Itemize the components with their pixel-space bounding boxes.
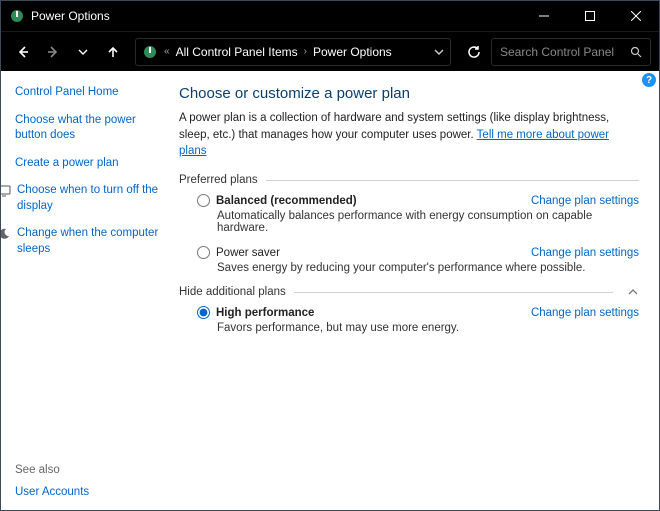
refresh-button[interactable] [459,38,489,66]
breadcrumb-item[interactable]: Power Options [313,45,392,59]
main-panel: ? Choose or customize a power plan A pow… [171,71,659,510]
search-icon [630,46,642,58]
preferred-plans-section: Preferred plans [179,174,639,186]
change-settings-saver[interactable]: Change plan settings [531,247,639,259]
sidebar-home-link[interactable]: Control Panel Home [15,85,163,101]
page-heading: Choose or customize a power plan [179,85,639,102]
content-area: Control Panel Home Choose what the power… [1,71,659,510]
forward-button[interactable] [39,38,67,66]
chevron-icon: « [164,46,170,57]
sidebar: Control Panel Home Choose what the power… [1,71,171,510]
sidebar-link-power-button[interactable]: Choose what the power button does [15,113,163,144]
recent-dropdown-button[interactable] [69,38,97,66]
sleep-icon [1,227,11,241]
plan-high-performance: High performance Change plan settings Fa… [197,306,639,334]
back-button[interactable] [9,38,37,66]
plan-desc-balanced: Automatically balances performance with … [217,210,639,234]
control-panel-icon [142,44,158,60]
breadcrumb-item[interactable]: All Control Panel Items [176,45,298,59]
related-link-user-accounts[interactable]: User Accounts [15,486,163,498]
plan-radio-high[interactable] [197,306,210,319]
search-input[interactable]: Search Control Panel [491,38,651,66]
plan-radio-saver[interactable] [197,246,210,259]
sidebar-link-create-plan[interactable]: Create a power plan [15,156,163,172]
plan-balanced: Balanced (recommended) Change plan setti… [197,194,639,234]
display-icon [1,184,11,198]
maximize-button[interactable] [567,1,613,31]
plan-name-balanced[interactable]: Balanced (recommended) [216,195,531,207]
plan-desc-saver: Saves energy by reducing your computer's… [217,262,639,274]
help-icon[interactable]: ? [642,73,656,87]
plan-power-saver: Power saver Change plan settings Saves e… [197,246,639,274]
up-button[interactable] [99,38,127,66]
intro-text: A power plan is a collection of hardware… [179,110,639,160]
chevron-down-icon[interactable] [434,47,444,57]
change-settings-balanced[interactable]: Change plan settings [531,195,639,207]
close-button[interactable] [613,1,659,31]
sidebar-link-sleep[interactable]: Change when the computer sleeps [17,226,163,257]
window-title: Power Options [31,9,521,23]
plan-radio-balanced[interactable] [197,194,210,207]
plan-name-saver[interactable]: Power saver [216,247,531,259]
plan-desc-high: Favors performance, but may use more ene… [217,322,639,334]
address-bar[interactable]: « All Control Panel Items › Power Option… [135,38,451,66]
chevron-up-icon [621,286,639,298]
sidebar-link-display-off[interactable]: Choose when to turn off the display [17,183,163,214]
search-placeholder: Search Control Panel [500,45,614,59]
minimize-button[interactable] [521,1,567,31]
additional-plans-section[interactable]: Hide additional plans [179,286,639,298]
app-icon [9,8,25,24]
change-settings-high[interactable]: Change plan settings [531,307,639,319]
nav-bar: « All Control Panel Items › Power Option… [1,31,659,71]
title-bar: Power Options [1,1,659,31]
plan-name-high[interactable]: High performance [216,307,531,319]
chevron-right-icon: › [304,46,307,57]
see-also-heading: See also [15,464,163,476]
